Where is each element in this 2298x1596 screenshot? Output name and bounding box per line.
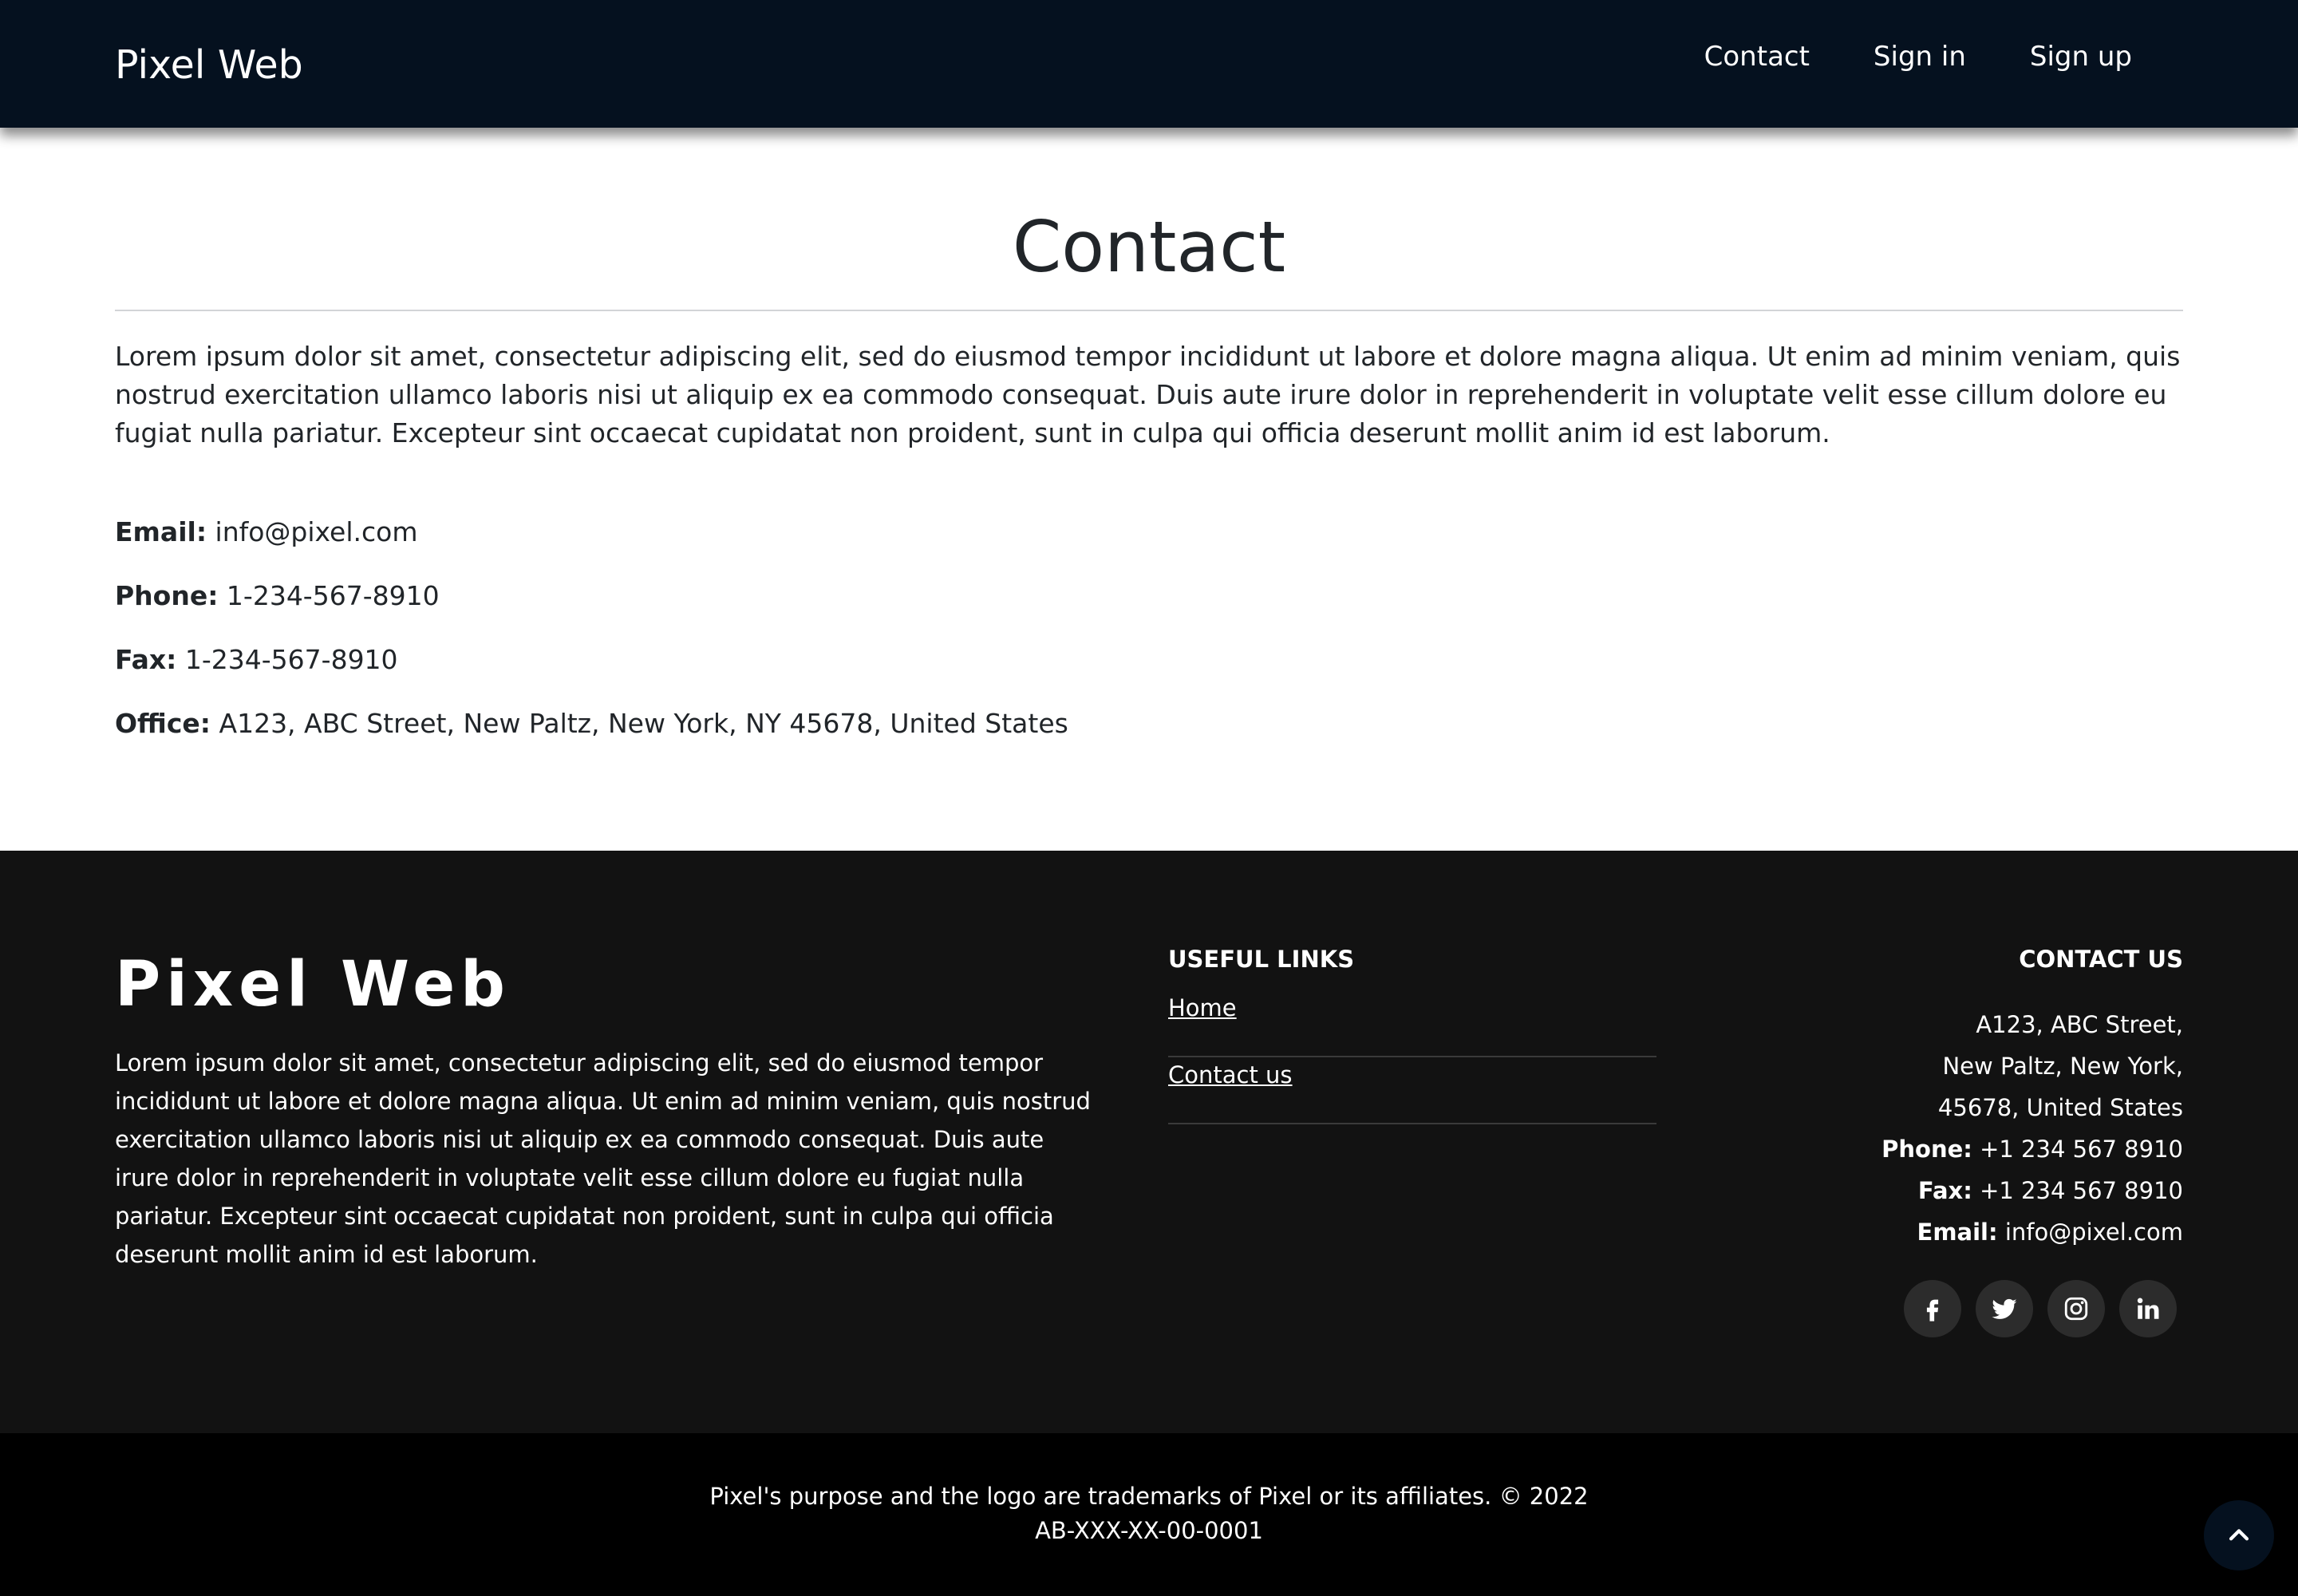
instagram-icon — [2064, 1297, 2088, 1321]
facebook-icon — [1926, 1299, 1939, 1321]
footer-email-value: info@pixel.com — [2004, 1219, 2183, 1246]
chevron-up-icon — [2229, 1529, 2249, 1541]
footer-brand: Pixel Web — [115, 949, 511, 1021]
contact-email-line: Email: info@pixel.com — [115, 513, 418, 551]
linkedin-link[interactable] — [2119, 1280, 2177, 1337]
phone-value: 1-234-567-8910 — [226, 580, 440, 611]
useful-links-heading: USEFUL LINKS — [1168, 946, 1355, 973]
footer-about-text: Lorem ipsum dolor sit amet, consectetur … — [115, 1049, 1091, 1268]
facebook-link[interactable] — [1904, 1280, 1961, 1337]
footer-phone-label: Phone: — [1881, 1136, 1972, 1163]
page-title: Contact — [1012, 206, 1286, 288]
address-line-2: New Paltz, New York, — [1942, 1053, 2183, 1080]
address-line-1: A123, ABC Street, — [1976, 1011, 2183, 1038]
linkedin-icon — [2137, 1298, 2159, 1319]
office-label: Office: — [115, 708, 211, 739]
contact-us-heading: CONTACT US — [2019, 946, 2183, 973]
footer-link-contact-us[interactable]: Contact us — [1168, 1061, 1293, 1088]
back-to-top-button[interactable] — [2204, 1500, 2274, 1570]
email-label: Email: — [115, 516, 207, 547]
footer-email-label: Email: — [1917, 1219, 1998, 1246]
contact-fax-line: Fax: 1-234-567-8910 — [115, 641, 398, 679]
nav-link-sign-in[interactable]: Sign in — [1874, 37, 1966, 77]
footer-contact-block: CONTACT US A123, ABC Street, New Paltz, … — [1881, 943, 2183, 1253]
list-item: Home — [1168, 990, 1656, 1057]
copyright-line-2: AB-XXX-XX-00-0001 — [1035, 1517, 1263, 1544]
copyright-text: Pixel's purpose and the logo are tradema… — [0, 1479, 2298, 1548]
top-navbar: Pixel Web Contact Sign in Sign up — [0, 0, 2298, 128]
nav-links: Contact Sign in Sign up — [1704, 37, 2132, 77]
twitter-link[interactable] — [1976, 1280, 2033, 1337]
footer-phone-line: Phone: +1 234 567 8910 — [1881, 1128, 2183, 1170]
footer-link-home[interactable]: Home — [1168, 994, 1237, 1021]
social-links — [1904, 1280, 2177, 1337]
fax-value: 1-234-567-8910 — [184, 644, 398, 675]
phone-label: Phone: — [115, 580, 219, 611]
footer-fax-line: Fax: +1 234 567 8910 — [1881, 1170, 2183, 1211]
fax-label: Fax: — [115, 644, 177, 675]
footer-fax-value: +1 234 567 8910 — [1980, 1177, 2183, 1204]
contact-office-line: Office: A123, ABC Street, New Paltz, New… — [115, 705, 1068, 743]
contact-phone-line: Phone: 1-234-567-8910 — [115, 577, 440, 615]
office-value: A123, ABC Street, New Paltz, New York, N… — [219, 708, 1068, 739]
intro-paragraph: Lorem ipsum dolor sit amet, consectetur … — [115, 341, 2181, 448]
twitter-icon — [1992, 1298, 2017, 1319]
brand-logo-link[interactable]: Pixel Web — [115, 41, 303, 89]
instagram-link[interactable] — [2047, 1280, 2105, 1337]
site-footer: Pixel Web Lorem ipsum dolor sit amet, co… — [0, 851, 2298, 1433]
nav-link-contact[interactable]: Contact — [1704, 37, 1810, 77]
footer-email-line: Email: info@pixel.com — [1881, 1211, 2183, 1253]
copyright-line-1: Pixel's purpose and the logo are tradema… — [709, 1483, 1589, 1510]
footer-phone-value: +1 234 567 8910 — [1980, 1136, 2183, 1163]
address-line-3: 45678, United States — [1937, 1094, 2183, 1121]
title-divider — [115, 310, 2183, 311]
footer-fax-label: Fax: — [1917, 1177, 1972, 1204]
bottom-bar: Pixel's purpose and the logo are tradema… — [0, 1433, 2298, 1596]
nav-link-sign-up[interactable]: Sign up — [2030, 37, 2132, 77]
list-item: Contact us — [1168, 1057, 1656, 1124]
useful-links-list: Home Contact us — [1168, 990, 1656, 1124]
email-value: info@pixel.com — [215, 516, 418, 547]
